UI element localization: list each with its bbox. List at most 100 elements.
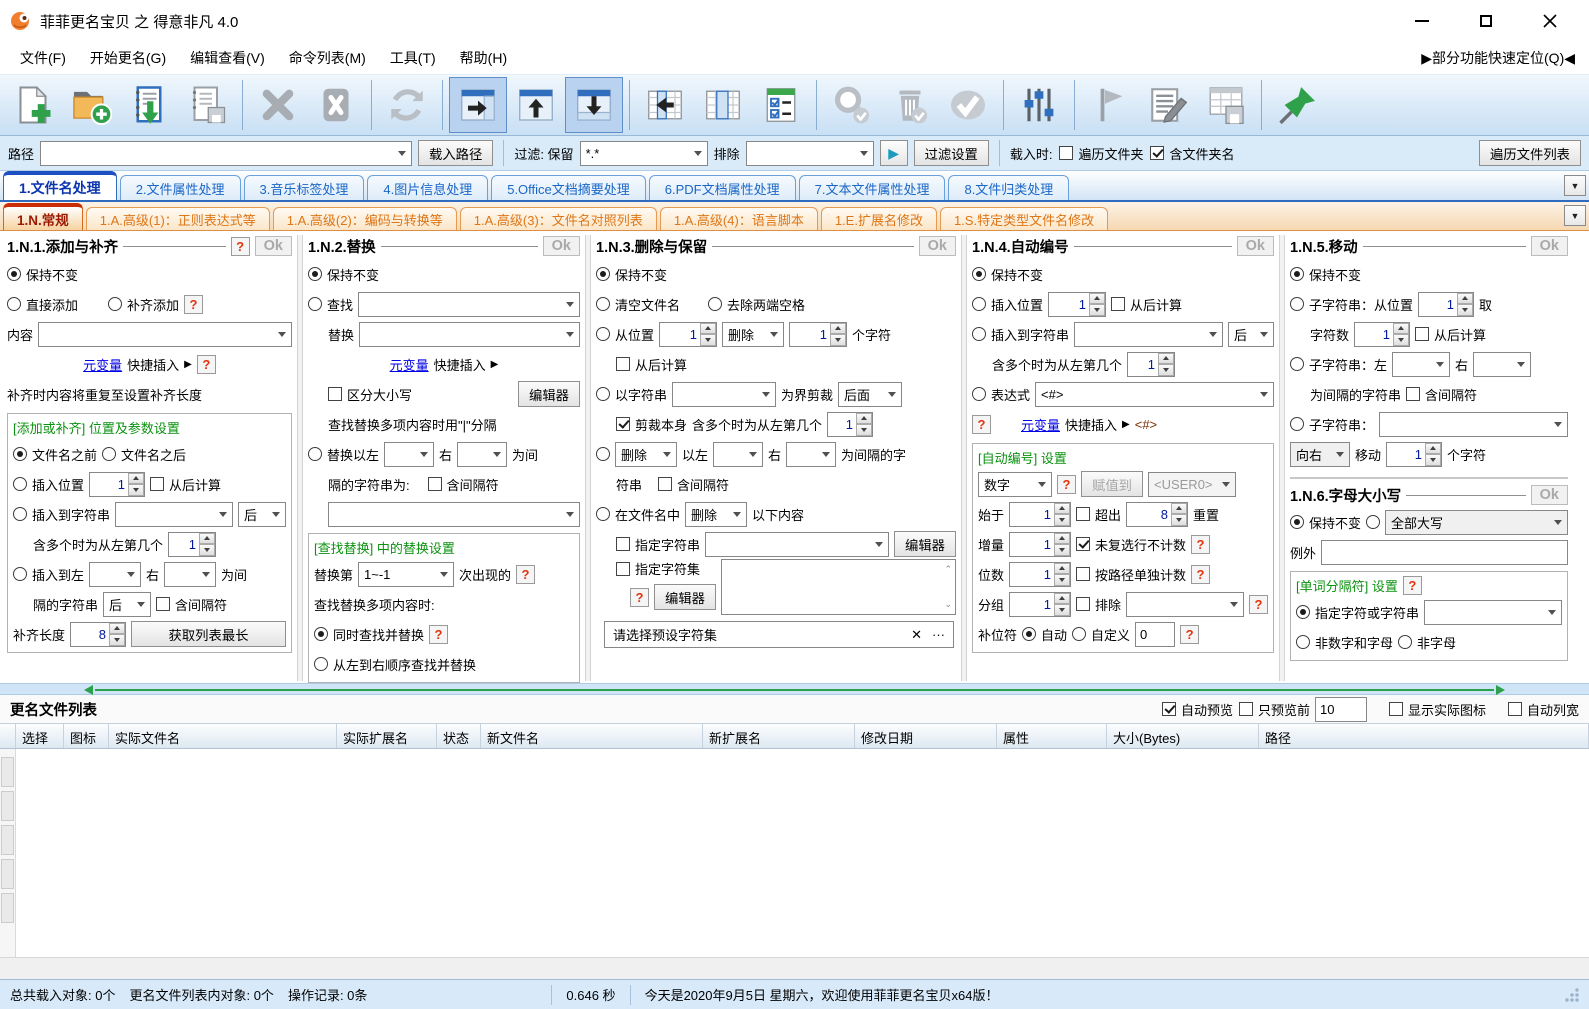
p3-by-string-radio[interactable] [596, 387, 610, 401]
p4-nth-spinner[interactable]: 1 [1127, 351, 1176, 377]
scroll-up-icon[interactable]: ⌃ [944, 564, 952, 575]
tab-file-attributes[interactable]: 2.文件属性处理 [119, 175, 241, 200]
exclude-combobox[interactable] [745, 140, 874, 166]
delete-button[interactable] [881, 77, 939, 133]
p3-cut-self-checkbox[interactable] [616, 417, 630, 431]
p1-pad-length-spinner[interactable]: 8 [70, 621, 127, 647]
p5-substring-pos-radio[interactable] [1290, 297, 1304, 311]
p5-from-end-checkbox[interactable] [1415, 327, 1430, 341]
meta-variable-link[interactable]: 元变量 [390, 355, 429, 374]
p1-side-combobox[interactable]: 后 [238, 501, 286, 527]
col-original-ext[interactable]: 实际扩展名 [337, 724, 437, 748]
traverse-folders-checkbox[interactable] [1058, 146, 1073, 160]
p1-position-spinner[interactable]: 1 [89, 471, 146, 497]
p1-include-sep-checkbox[interactable] [156, 597, 171, 611]
horizontal-splitter[interactable] [0, 683, 1589, 695]
p3-cut-side-combobox[interactable]: 后面 [838, 381, 903, 407]
menu-edit-view[interactable]: 编辑查看(V) [178, 43, 277, 73]
subtab-script[interactable]: 1.A.高级(4)：语言脚本 [659, 207, 818, 230]
p3-right-combobox[interactable] [786, 441, 837, 467]
p4-assign-button[interactable]: 赋值到 [1081, 471, 1143, 497]
p4-insert-pos-radio[interactable] [972, 297, 986, 311]
p2-simultaneous-radio[interactable] [314, 627, 328, 641]
filter-settings-button[interactable]: 过滤设置 [913, 140, 989, 166]
panel1-ok-button[interactable]: Ok [254, 236, 292, 256]
panel6-ok-button[interactable]: Ok [1530, 485, 1568, 505]
show-bottom-panel-button[interactable] [565, 77, 623, 133]
tab-office-summary[interactable]: 5.Office文档摘要处理 [491, 175, 646, 200]
p1-direct-add-radio[interactable] [7, 297, 21, 311]
p6-case-radio[interactable] [1366, 515, 1381, 529]
p1-nth-spinner[interactable]: 1 [168, 531, 217, 557]
p5-count-spinner[interactable]: 1 [1354, 321, 1411, 347]
p4-uncounted-checkbox[interactable] [1076, 537, 1091, 551]
p4-expression-radio[interactable] [972, 387, 986, 401]
p6-separator-combobox[interactable] [1424, 599, 1562, 625]
help-button[interactable]: ? [1402, 575, 1422, 595]
p3-nth-spinner[interactable]: 1 [827, 411, 874, 437]
p6-exception-input[interactable] [1321, 539, 1568, 565]
pin-button[interactable] [1268, 77, 1326, 133]
filter-combobox[interactable]: *.* [579, 140, 708, 166]
help-button[interactable]: ? [1057, 474, 1076, 494]
p5-substring-combobox[interactable] [1379, 411, 1568, 437]
panel2-ok-button[interactable]: Ok [542, 236, 580, 256]
p4-from-end-checkbox[interactable] [1111, 297, 1126, 311]
p1-insert-to-string-radio[interactable] [13, 507, 27, 521]
p4-assign-target-combobox[interactable]: <USER0> [1147, 471, 1236, 497]
help-button[interactable]: ? [230, 236, 250, 256]
scroll-down-icon[interactable]: ⌄ [944, 599, 952, 610]
p5-move-count-spinner[interactable]: 1 [1386, 441, 1443, 467]
p1-from-end-checkbox[interactable] [150, 477, 165, 491]
subtab-normal[interactable]: 1.N.常规 [3, 203, 83, 230]
p4-exclude-combobox[interactable] [1126, 591, 1244, 617]
p3-editor-button[interactable]: 编辑器 [894, 531, 956, 557]
resize-grip[interactable] [1565, 987, 1579, 1002]
p4-pad-auto-radio[interactable] [1022, 627, 1037, 641]
col-select[interactable]: 选择 [16, 724, 64, 748]
collapse-left-icon[interactable] [84, 685, 93, 695]
maximize-button[interactable] [1471, 8, 1501, 34]
panel5-ok-button[interactable]: Ok [1530, 236, 1568, 256]
col-new-name[interactable]: 新文件名 [481, 724, 703, 748]
help-button[interactable]: ? [630, 587, 649, 607]
import-list-button[interactable] [120, 77, 178, 133]
p2-replace-combobox[interactable] [359, 321, 580, 347]
p2-nth-combobox[interactable]: 1~-1 [358, 561, 455, 587]
p5-keep-radio[interactable] [1290, 267, 1304, 281]
preview-first-checkbox[interactable] [1238, 702, 1253, 716]
p4-expression-combobox[interactable]: <#> [1035, 381, 1274, 407]
close-button[interactable] [1535, 8, 1565, 34]
help-button[interactable]: ? [184, 294, 204, 314]
p3-clear-name-radio[interactable] [596, 297, 610, 311]
p1-right-combobox[interactable] [164, 561, 217, 587]
panel-splitter[interactable] [297, 235, 303, 681]
help-button[interactable]: ? [972, 414, 991, 434]
p4-exclude-checkbox[interactable] [1076, 597, 1091, 611]
help-button[interactable]: ? [196, 354, 216, 374]
p3-keep-radio[interactable] [596, 267, 610, 281]
p2-editor-button[interactable]: 编辑器 [518, 381, 580, 407]
p2-keep-radio[interactable] [308, 267, 322, 281]
file-table-body[interactable] [0, 749, 1589, 957]
p4-pad-char-input[interactable]: 0 [1135, 621, 1176, 647]
col-attributes[interactable]: 属性 [997, 724, 1107, 748]
refresh-button[interactable] [378, 77, 436, 133]
p6-non-alnum-radio[interactable] [1296, 635, 1310, 649]
help-button[interactable]: ? [1249, 594, 1268, 614]
p3-delete-between-radio[interactable] [596, 447, 610, 461]
quick-locate-label[interactable]: ▶部分功能快速定位(Q)◀ [1421, 48, 1581, 68]
p1-pad-add-radio[interactable] [108, 297, 123, 311]
path-combobox[interactable] [40, 140, 413, 166]
tab-file-classification[interactable]: 8.文件归类处理 [948, 175, 1070, 200]
flag-button[interactable] [1081, 77, 1139, 133]
clear-icon[interactable]: ✕ [911, 627, 922, 643]
help-button[interactable]: ? [1180, 624, 1200, 644]
p4-group-spinner[interactable]: 1 [1009, 591, 1072, 617]
p3-left-combobox[interactable] [713, 441, 764, 467]
subtab-compare-list[interactable]: 1.A.高级(3)：文件名对照列表 [459, 207, 657, 230]
p5-include-sep-checkbox[interactable] [1406, 387, 1421, 401]
save-list-button[interactable] [178, 77, 236, 133]
menu-file[interactable]: 文件(F) [8, 43, 78, 73]
show-right-panel-button[interactable] [449, 77, 507, 133]
